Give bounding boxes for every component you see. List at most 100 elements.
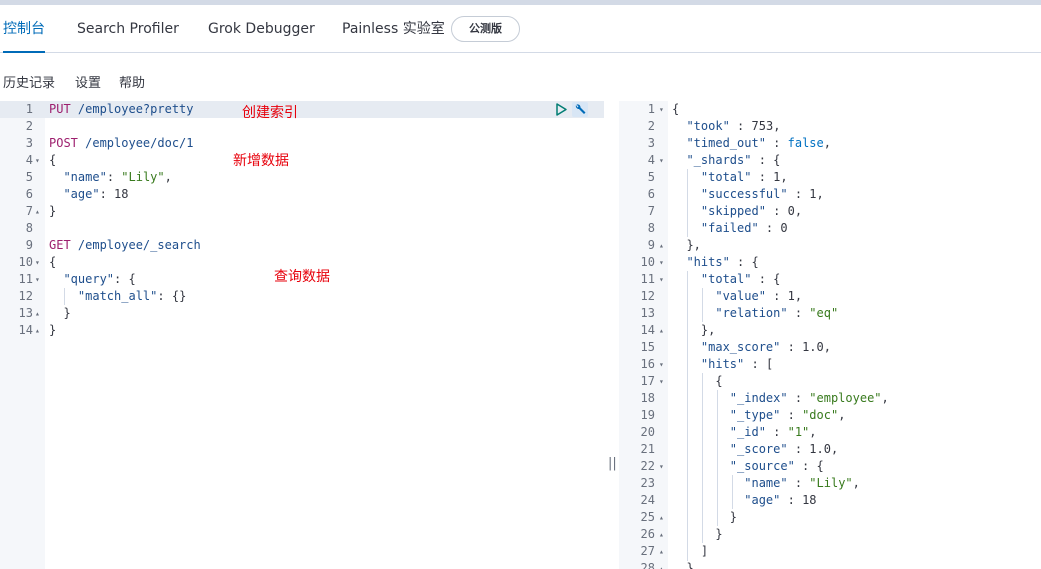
json-key: "took" — [686, 119, 730, 133]
response-output: 1 ▾{ 2 "took" : 753, 3 "timed_out" : fals… — [619, 101, 1041, 569]
fold-open-icon[interactable]: ▾ — [659, 101, 664, 118]
request-path: /employee?pretty — [70, 102, 194, 116]
json-value: 1 — [809, 187, 817, 201]
editor-line: 9 GET /employee/_search — [0, 237, 604, 254]
http-method: GET — [49, 238, 71, 252]
request-path: /employee/_search — [70, 238, 201, 252]
line-number: 12 — [18, 289, 33, 303]
line-number: 7 — [647, 204, 655, 218]
line-number: 4 — [25, 153, 33, 167]
indent-guide — [702, 288, 703, 322]
line-number: 16 — [640, 357, 655, 371]
line-number: 6 — [647, 187, 655, 201]
indent-guide — [687, 169, 688, 237]
line-number: 5 — [647, 170, 655, 184]
history-menu-item[interactable]: 历史记录 — [3, 72, 55, 91]
fold-close-icon[interactable]: ▴ — [659, 237, 664, 254]
json-value: 0 — [787, 204, 795, 218]
panel-resizer[interactable]: || — [604, 101, 619, 569]
json-value: 1.0 — [809, 442, 831, 456]
line-number: 27 — [640, 544, 655, 558]
fold-close-icon[interactable]: ▴ — [659, 543, 664, 560]
tab-search-profiler[interactable]: Search Profiler — [77, 5, 179, 53]
request-path: /employee/doc/1 — [77, 136, 194, 150]
fold-close-icon[interactable]: ▴ — [659, 322, 664, 339]
json-key: "max_score" — [700, 340, 781, 354]
fold-open-icon[interactable]: ▾ — [659, 254, 664, 271]
fold-open-icon[interactable]: ▾ — [35, 254, 40, 271]
fold-open-icon[interactable]: ▾ — [35, 271, 40, 288]
line-number: 20 — [640, 425, 655, 439]
request-editor[interactable]: 1 PUT /employee?pretty 2 3 POST /employe… — [0, 101, 604, 569]
wrench-icon[interactable] — [571, 101, 589, 118]
line-number: 3 — [647, 136, 655, 150]
fold-open-icon[interactable]: ▾ — [659, 356, 664, 373]
json-value: 1.0 — [802, 340, 824, 354]
json-value: 1 — [787, 289, 795, 303]
editor-line: 4 ▾ { — [0, 152, 604, 169]
tab-grok-debugger[interactable]: Grok Debugger — [208, 5, 315, 53]
line-number: 25 — [640, 510, 655, 524]
json-key: "total" — [700, 272, 752, 286]
line-number: 8 — [25, 221, 33, 235]
editor-line: 12 "match_all": {} — [0, 288, 604, 305]
line-number: 13 — [18, 306, 33, 320]
tab-painless-lab[interactable]: Painless 实验室 — [342, 5, 445, 53]
fold-close-icon[interactable]: ▴ — [659, 509, 664, 526]
json-key: "_shards" — [686, 153, 752, 167]
editor-line: 13 ▴ } — [0, 305, 604, 322]
line-number: 8 — [647, 221, 655, 235]
json-key: "total" — [700, 170, 752, 184]
json-value: "Lily" — [121, 170, 165, 184]
line-number: 10 — [18, 255, 33, 269]
json-value: 0 — [780, 221, 788, 235]
editor-line: 3 POST /employee/doc/1 — [0, 135, 604, 152]
fold-close-icon[interactable]: ▴ — [35, 322, 40, 339]
json-value: 18 — [802, 493, 817, 507]
editor-line: 5 "name": "Lily", — [0, 169, 604, 186]
help-menu-item[interactable]: 帮助 — [119, 72, 145, 91]
indent-guide — [64, 288, 65, 305]
line-number: 9 — [25, 238, 33, 252]
tab-bar: 控制台 Search Profiler Grok Debugger Painle… — [0, 5, 1041, 53]
line-number: 2 — [647, 119, 655, 133]
json-key: "failed" — [700, 221, 759, 235]
line-number: 13 — [640, 306, 655, 320]
fold-open-icon[interactable]: ▾ — [35, 152, 40, 169]
editor-line: 6 "age": 18 — [0, 186, 604, 203]
line-number: 11 — [18, 272, 33, 286]
json-value: "Lily" — [809, 476, 853, 490]
json-key: "successful" — [700, 187, 788, 201]
line-number: 15 — [640, 340, 655, 354]
fold-close-icon[interactable]: ▴ — [659, 560, 664, 569]
fold-close-icon[interactable]: ▴ — [35, 203, 40, 220]
beta-badge: 公测版 — [451, 16, 520, 42]
settings-menu-item[interactable]: 设置 — [75, 72, 101, 91]
json-value: "employee" — [809, 391, 882, 405]
json-key: "age" — [63, 187, 100, 201]
json-key: "_index" — [729, 391, 788, 405]
annotation-create-index: 创建索引 — [242, 105, 298, 121]
line-number: 19 — [640, 408, 655, 422]
fold-open-icon[interactable]: ▾ — [659, 152, 664, 169]
json-key: "name" — [63, 170, 107, 184]
fold-open-icon[interactable]: ▾ — [659, 373, 664, 390]
line-number: 6 — [25, 187, 33, 201]
json-key: "_type" — [729, 408, 781, 422]
fold-close-icon[interactable]: ▴ — [659, 526, 664, 543]
json-value: {} — [171, 289, 187, 303]
line-number: 7 — [25, 204, 33, 218]
fold-open-icon[interactable]: ▾ — [659, 271, 664, 288]
resize-handle-icon[interactable]: || — [608, 456, 617, 471]
fold-close-icon[interactable]: ▴ — [35, 305, 40, 322]
play-icon[interactable] — [552, 101, 570, 118]
line-number: 4 — [647, 153, 655, 167]
json-key: "hits" — [686, 255, 730, 269]
fold-open-icon[interactable]: ▾ — [659, 458, 664, 475]
tab-console[interactable]: 控制台 — [3, 5, 45, 53]
http-method: PUT — [49, 102, 71, 116]
json-value: 753 — [751, 119, 774, 133]
line-number: 17 — [640, 374, 655, 388]
json-key: "timed_out" — [686, 136, 766, 150]
editor-line: 1 PUT /employee?pretty — [0, 101, 604, 118]
